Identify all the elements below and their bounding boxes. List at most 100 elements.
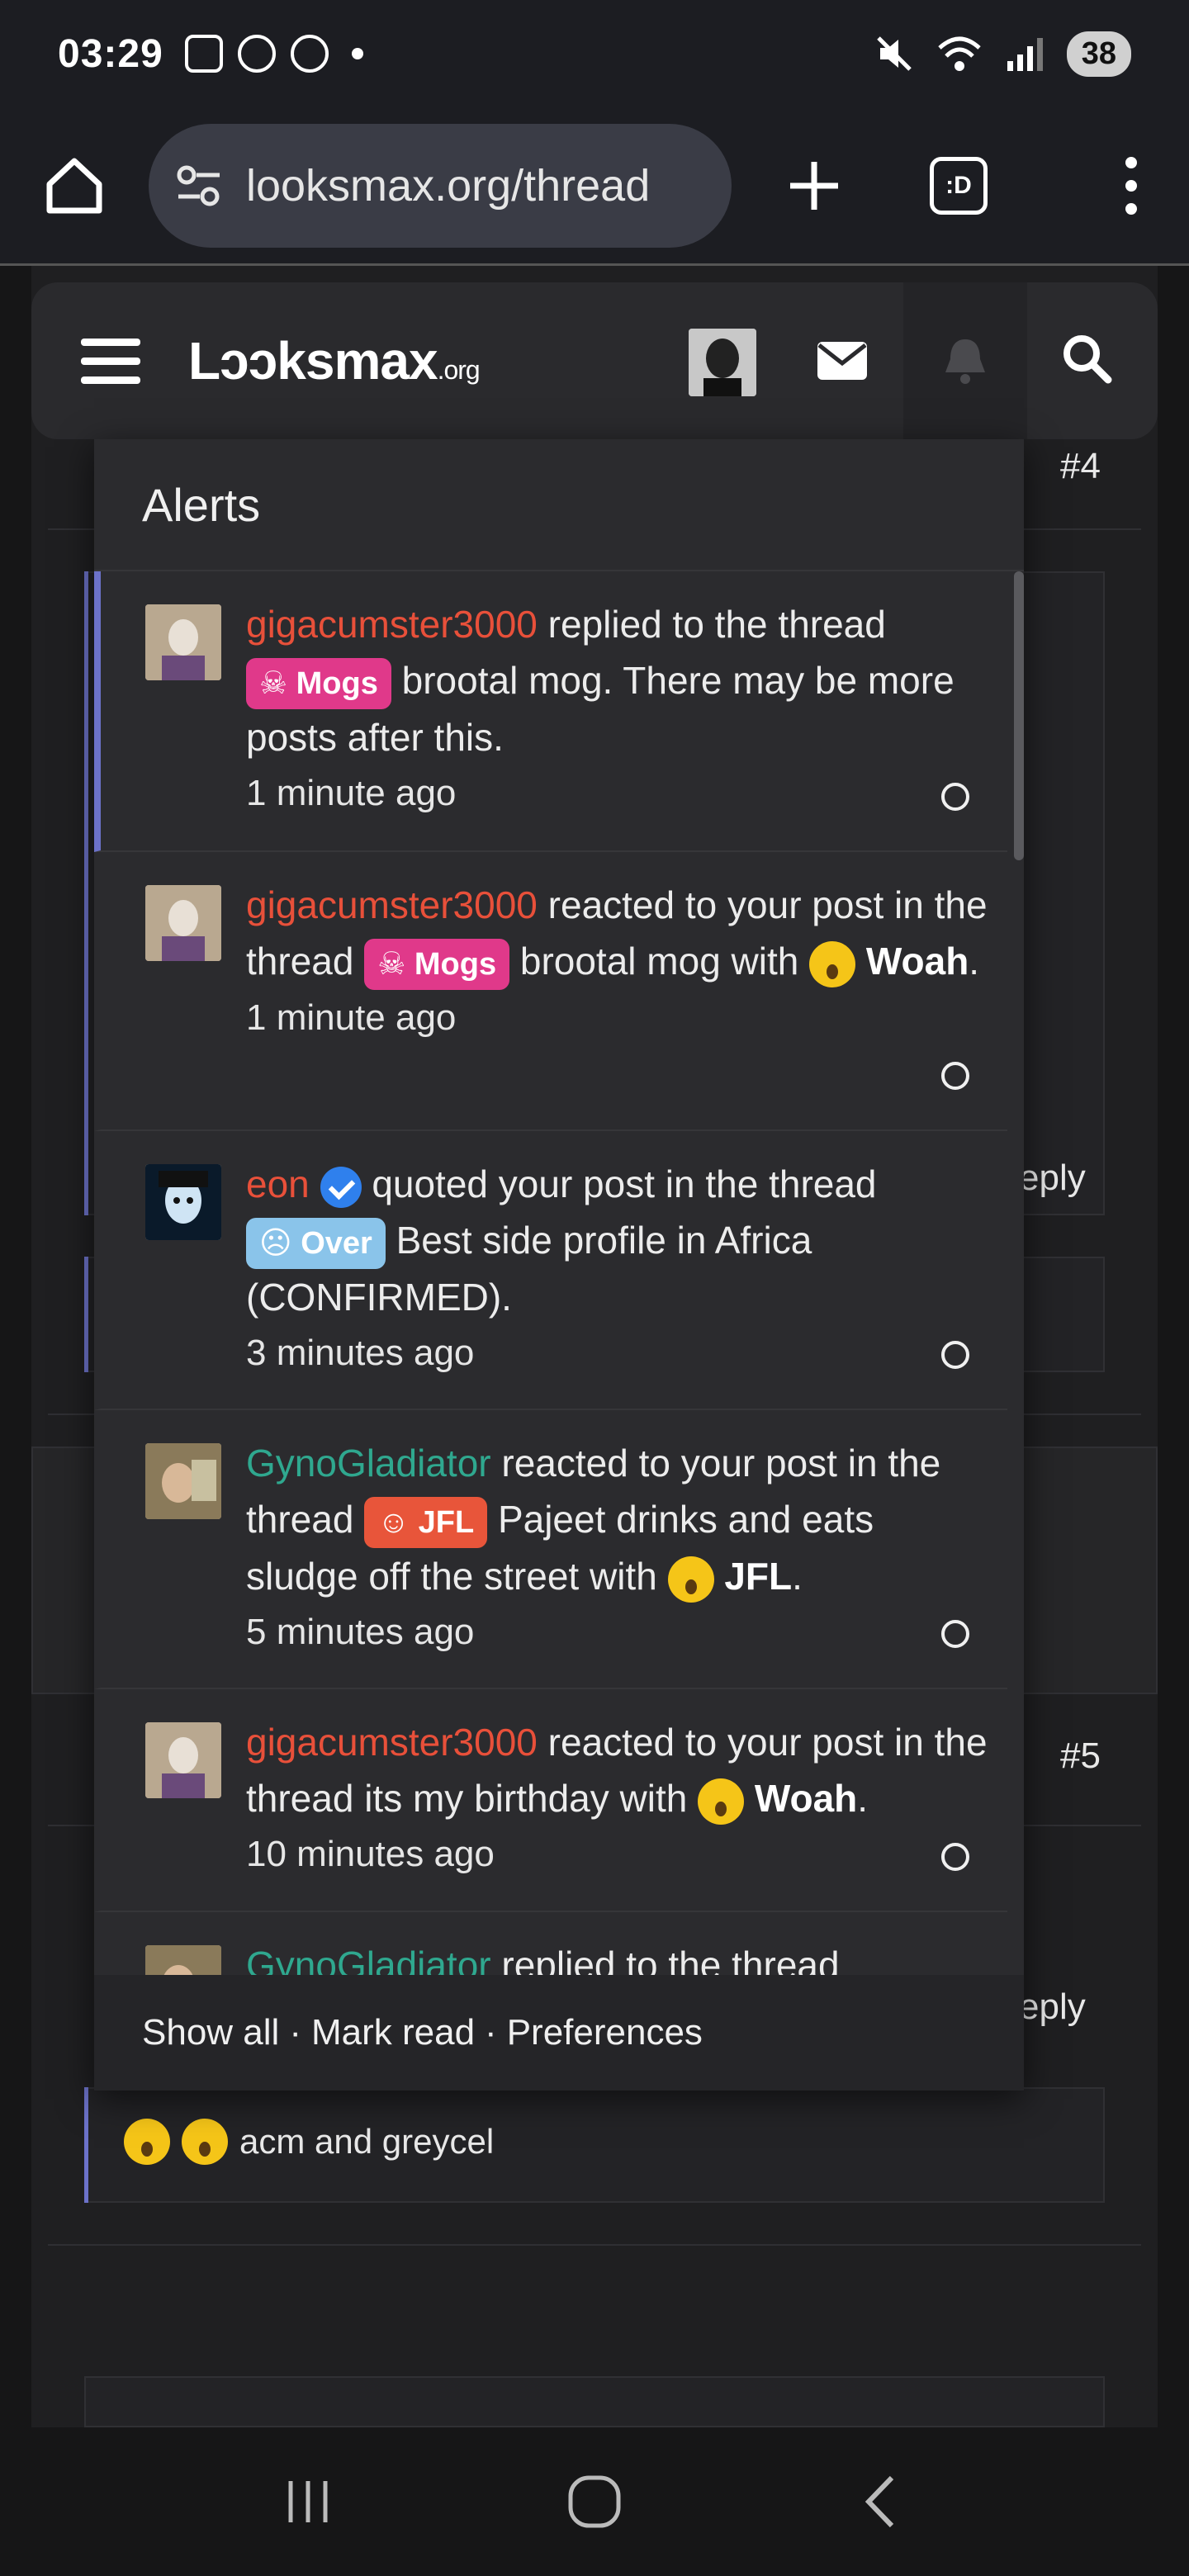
menu-dot <box>1125 179 1137 192</box>
alerts-title: Alerts <box>94 439 1024 571</box>
alert-action: quoted your post in the thread <box>372 1163 877 1205</box>
logo-suffix: .org <box>437 355 481 385</box>
site-header: Lɔɔksmax.org <box>31 282 1158 439</box>
alert-action: replied to the thread <box>501 1944 840 1975</box>
browser-menu-button[interactable] <box>1106 144 1156 227</box>
site-settings-icon[interactable] <box>173 160 225 211</box>
plus-icon <box>790 161 838 210</box>
address-bar[interactable]: looksmax.org/thread <box>149 123 732 248</box>
system-nav-bar <box>0 2427 1189 2576</box>
mark-read-toggle[interactable] <box>941 783 969 811</box>
alert-action: replied to the thread <box>547 603 886 646</box>
separator: · <box>289 2012 301 2053</box>
hamburger-menu-icon[interactable] <box>81 338 140 384</box>
alert-avatar[interactable] <box>145 604 221 680</box>
back-icon[interactable] <box>852 2473 910 2531</box>
show-all-link[interactable]: Show all <box>142 2012 279 2053</box>
sad-face-icon: ☹ <box>259 1225 292 1261</box>
user-avatar[interactable] <box>689 329 756 396</box>
new-tab-button[interactable] <box>773 144 855 227</box>
bell-icon <box>945 339 985 384</box>
alert-avatar[interactable] <box>145 1164 221 1240</box>
alert-time: 1 minute ago <box>246 997 457 1038</box>
mark-read-link[interactable]: Mark read <box>311 2012 475 2053</box>
site-logo[interactable]: Lɔɔksmax.org <box>188 330 481 391</box>
recent-apps-icon[interactable] <box>279 2473 337 2531</box>
avatar-image <box>145 1443 221 1519</box>
logo-text: Lɔɔksmax <box>188 331 438 391</box>
mark-read-toggle[interactable] <box>941 1620 969 1648</box>
notification-icons <box>184 35 363 73</box>
reactions-accent <box>84 1257 88 1372</box>
skull-icon: ☠ <box>377 946 406 982</box>
status-time: 03:29 <box>58 31 163 76</box>
battery-indicator: 38 <box>1066 31 1131 77</box>
home-nav-icon[interactable] <box>566 2473 623 2531</box>
alerts-button[interactable] <box>903 282 1027 439</box>
envelope-icon <box>817 342 867 380</box>
alert-text: gigacumster3000 replied to the thread ☠ … <box>246 596 989 822</box>
home-button[interactable] <box>33 144 116 227</box>
alert-item[interactable]: GynoGladiator replied to the thread <box>94 1912 1007 1975</box>
alert-avatar[interactable] <box>145 1443 221 1519</box>
alert-avatar[interactable] <box>145 1945 221 1975</box>
alert-text: eon quoted your post in the thread ☹ Ove… <box>246 1156 989 1381</box>
inbox-button[interactable] <box>816 340 869 386</box>
reaction-label: JFL <box>724 1554 793 1598</box>
thread-tag[interactable]: ☠ Mogs <box>246 657 391 709</box>
signal-icon <box>1007 38 1043 71</box>
menu-dot <box>1125 202 1137 215</box>
alert-item[interactable]: gigacumster3000 reacted to your post in … <box>94 1689 1007 1912</box>
alert-thread-title[interactable]: brootal mog with <box>520 940 799 983</box>
alert-avatar[interactable] <box>145 885 221 961</box>
laughing-icon: ☺ <box>377 1504 410 1540</box>
thread-tag-label: JFL <box>418 1504 475 1540</box>
alert-item[interactable]: GynoGladiator reacted to your post in th… <box>94 1410 1007 1689</box>
alert-time: 10 minutes ago <box>246 1834 495 1874</box>
woah-emoji-icon <box>809 940 856 987</box>
alert-username[interactable]: gigacumster3000 <box>246 1721 538 1764</box>
thread-tag[interactable]: ☹ Over <box>246 1217 386 1269</box>
alert-username[interactable]: eon <box>246 1163 310 1205</box>
reaction-label: Woah <box>865 940 969 983</box>
url-text: looksmax.org/thread <box>246 160 651 211</box>
alert-username[interactable]: GynoGladiator <box>246 1944 491 1975</box>
woah-emoji-icon <box>698 1778 745 1825</box>
search-button[interactable] <box>1060 332 1113 389</box>
alert-text: GynoGladiator replied to the thread <box>246 1937 989 1975</box>
post-number[interactable]: #5 <box>1060 1735 1101 1777</box>
alerts-list: gigacumster3000 replied to the thread ☠ … <box>94 571 1024 1975</box>
reply-link[interactable]: eply <box>1019 1986 1086 2028</box>
screenshot-icon <box>184 35 223 73</box>
editor-toolbar[interactable] <box>84 2376 1105 2427</box>
alerts-footer: Show all · Mark read · Preferences <box>94 1975 1024 2091</box>
alert-username[interactable]: GynoGladiator <box>246 1442 491 1485</box>
mute-icon <box>876 36 912 71</box>
reply-link[interactable]: eply <box>1019 1158 1086 1199</box>
tab-switcher-button[interactable]: :D <box>930 156 988 215</box>
status-bar: 03:29 38 <box>0 0 1189 107</box>
mark-read-toggle[interactable] <box>941 1062 969 1090</box>
mark-read-toggle[interactable] <box>941 1843 969 1871</box>
alert-item[interactable]: gigacumster3000 replied to the thread ☠ … <box>94 571 1007 852</box>
mark-read-toggle[interactable] <box>941 1341 969 1369</box>
search-icon <box>1063 335 1112 384</box>
thread-tag[interactable]: ☺ JFL <box>364 1496 488 1548</box>
thread-tag-label: Mogs <box>296 665 378 701</box>
post-number[interactable]: #4 <box>1060 446 1101 487</box>
thread-tag[interactable]: ☠ Mogs <box>364 938 510 990</box>
alert-avatar[interactable] <box>145 1722 221 1798</box>
alert-item[interactable]: gigacumster3000 reacted to your post in … <box>94 852 1007 1131</box>
avatar-image <box>145 604 221 680</box>
alert-text: GynoGladiator reacted to your post in th… <box>246 1435 989 1660</box>
reactions-summary[interactable]: acm and greycel <box>124 2119 494 2165</box>
thread-tag-label: Over <box>301 1225 372 1261</box>
avatar-image <box>689 329 756 396</box>
alert-item[interactable]: eon quoted your post in the thread ☹ Ove… <box>94 1131 1007 1410</box>
alert-text: gigacumster3000 reacted to your post in … <box>246 1714 989 1882</box>
alert-username[interactable]: gigacumster3000 <box>246 883 538 926</box>
thread-tag-label: Mogs <box>414 946 497 982</box>
alert-username[interactable]: gigacumster3000 <box>246 603 538 646</box>
preferences-link[interactable]: Preferences <box>507 2012 703 2053</box>
avatar-image <box>145 1945 221 1975</box>
